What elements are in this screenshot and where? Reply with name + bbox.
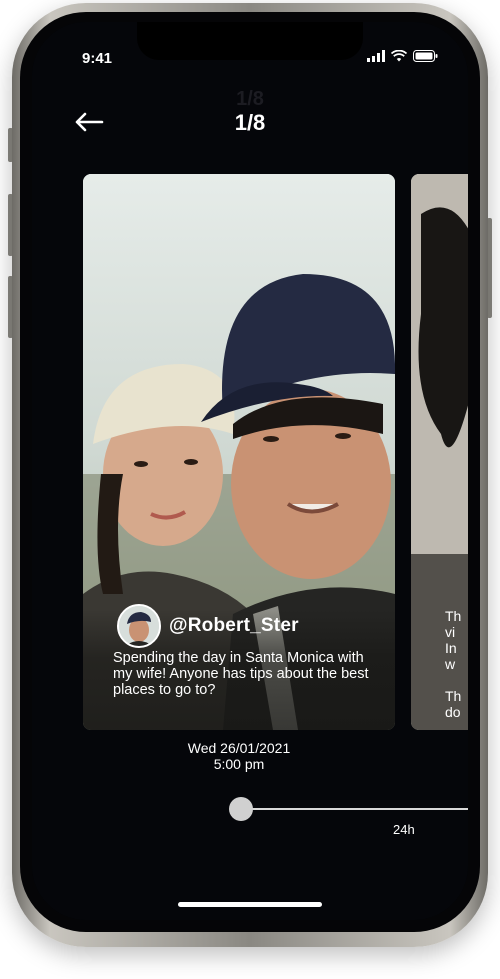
post-caption: Spending the day in Santa Monica with my… — [113, 650, 369, 698]
battery-icon — [413, 50, 438, 62]
timeline-slider-thumb[interactable] — [229, 797, 253, 821]
phone-mockup: 9:41 1/8 1/8 @Robert_Ster Spending the d… — [0, 0, 500, 979]
status-time: 9:41 — [82, 50, 113, 67]
post-time: 5:00 pm — [213, 756, 265, 772]
page-counter: 1/8 — [234, 110, 266, 135]
post-card[interactable]: @Robert_Ster Spending the day in Santa M… — [83, 174, 395, 730]
avatar[interactable] — [117, 604, 161, 648]
notch — [137, 22, 363, 60]
screen: 9:41 1/8 1/8 @Robert_Ster Spending the d… — [32, 22, 468, 920]
post-author[interactable]: @Robert_Ster — [117, 604, 299, 648]
next-post-card[interactable]: Th vi In w Th do — [411, 174, 468, 730]
post-datetime: Wed 26/01/2021 5:00 pm — [32, 740, 446, 772]
timeline-label: 24h — [393, 822, 415, 837]
timeline-slider-track[interactable] — [242, 808, 468, 810]
post-date: Wed 26/01/2021 — [187, 740, 291, 756]
author-handle[interactable]: @Robert_Ster — [169, 615, 299, 637]
next-post-caption: Th vi In w Th do — [445, 608, 462, 720]
signal-icon — [367, 50, 385, 62]
status-icons — [367, 50, 438, 62]
home-indicator[interactable] — [178, 902, 322, 907]
wifi-icon — [391, 50, 407, 62]
